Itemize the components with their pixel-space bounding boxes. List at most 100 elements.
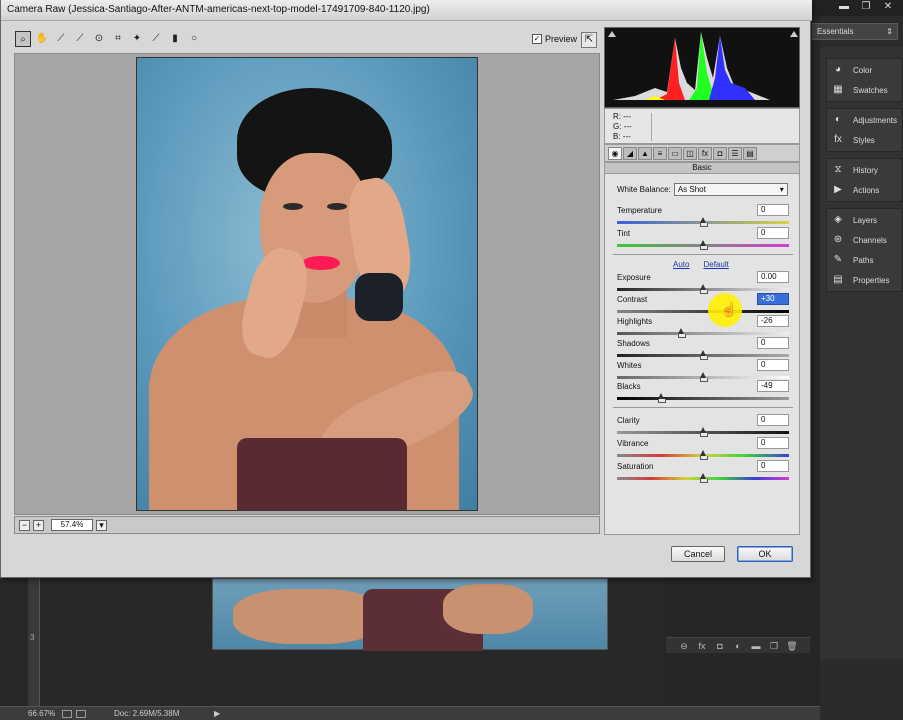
image-preview-area[interactable] bbox=[14, 53, 600, 515]
slider-thumb[interactable] bbox=[700, 450, 708, 460]
white-balance-select[interactable]: As Shot ▾ bbox=[673, 183, 788, 196]
slider-value[interactable]: 0 bbox=[757, 414, 789, 426]
zoom-tool-icon[interactable]: ⌕ bbox=[15, 31, 31, 47]
adjustment-layer-icon[interactable]: ◐ bbox=[732, 638, 744, 653]
auto-link[interactable]: Auto bbox=[673, 260, 689, 269]
workspace-label: Essentials bbox=[817, 27, 854, 36]
tab-camera-calibration-icon[interactable]: ◘ bbox=[713, 147, 727, 160]
link-layers-icon[interactable]: ⊖ bbox=[678, 638, 690, 653]
slider-contrast[interactable]: Contrast +30 bbox=[617, 293, 789, 317]
tab-effects-icon[interactable]: fx bbox=[698, 147, 712, 160]
status-doc-size: Doc: 2.69M/5.38M bbox=[114, 709, 180, 718]
slider-track[interactable] bbox=[617, 397, 789, 400]
tab-lens-icon[interactable]: ◫ bbox=[683, 147, 697, 160]
fullscreen-icon[interactable]: ⇱ bbox=[581, 32, 597, 48]
radial-filter-icon[interactable]: ○ bbox=[186, 31, 202, 47]
targeted-adjustment-tool-icon[interactable]: ⊙ bbox=[91, 31, 107, 47]
slider-thumb[interactable] bbox=[700, 217, 708, 227]
zoom-out-button[interactable]: − bbox=[19, 519, 30, 531]
panel-properties[interactable]: ▤ Properties bbox=[827, 270, 902, 290]
workspace-switcher[interactable]: Essentials ⇕ bbox=[812, 23, 898, 40]
status-menu-arrow-icon[interactable]: ▶ bbox=[214, 709, 220, 718]
fx-icon[interactable]: fx bbox=[696, 638, 708, 653]
slider-value[interactable]: 0 bbox=[757, 460, 789, 472]
tab-hsl-icon[interactable]: ≡ bbox=[653, 147, 667, 160]
panel-adjustments[interactable]: ◐ Adjustments bbox=[827, 110, 902, 130]
slider-value[interactable]: -49 bbox=[757, 380, 789, 392]
tab-presets-icon[interactable]: ☰ bbox=[728, 147, 742, 160]
slider-value[interactable]: -26 bbox=[757, 315, 789, 327]
slider-thumb[interactable] bbox=[700, 427, 708, 437]
slider-thumb[interactable] bbox=[700, 240, 708, 250]
slider-value[interactable]: 0 bbox=[757, 204, 789, 216]
panel-channels[interactable]: ⊛ Channels bbox=[827, 230, 902, 250]
tab-split-toning-icon[interactable]: ▭ bbox=[668, 147, 682, 160]
slider-blacks[interactable]: Blacks -49 bbox=[617, 380, 789, 404]
slider-thumb[interactable] bbox=[700, 473, 708, 483]
tab-snapshots-icon[interactable]: ▤ bbox=[743, 147, 757, 160]
white-balance-tool-icon[interactable]: ⟋ bbox=[53, 31, 69, 47]
slider-thumb[interactable] bbox=[700, 372, 708, 382]
hand-tool-icon[interactable]: ✋ bbox=[34, 31, 50, 47]
shadow-clipping-icon[interactable] bbox=[608, 31, 616, 37]
slider-value[interactable]: +30 bbox=[757, 293, 789, 305]
slider-saturation[interactable]: Saturation 0 bbox=[617, 460, 789, 484]
panel-layers[interactable]: ◈ Layers bbox=[827, 210, 902, 230]
status-zoom[interactable]: 66.67% bbox=[28, 709, 62, 718]
panel-swatches[interactable]: ▦ Swatches bbox=[827, 80, 902, 100]
preview-checkbox[interactable]: ✓ bbox=[532, 34, 542, 44]
panel-paths[interactable]: ✎ Paths bbox=[827, 250, 902, 270]
new-group-icon[interactable]: ▬ bbox=[750, 638, 762, 653]
panel-actions[interactable]: ▶ Actions bbox=[827, 180, 902, 200]
panel-label: Paths bbox=[853, 255, 874, 265]
zoom-dropdown-icon[interactable]: ▾ bbox=[96, 519, 107, 531]
zoom-in-button[interactable]: + bbox=[33, 519, 44, 531]
panel-history[interactable]: ⧖ History bbox=[827, 160, 902, 180]
slider-exposure[interactable]: Exposure 0.00 bbox=[617, 271, 789, 295]
default-link[interactable]: Default bbox=[703, 260, 728, 269]
zoom-level-field[interactable]: 57.4% bbox=[51, 519, 93, 531]
slider-thumb[interactable] bbox=[678, 328, 686, 338]
slider-thumb[interactable] bbox=[658, 393, 666, 403]
slider-temperature[interactable]: Temperature 0 bbox=[617, 204, 789, 228]
tab-tone-curve-icon[interactable]: ◢ bbox=[623, 147, 637, 160]
panel-label: Layers bbox=[853, 215, 878, 225]
slider-value[interactable]: 0 bbox=[757, 437, 789, 449]
slider-thumb[interactable] bbox=[700, 284, 708, 294]
slider-track[interactable] bbox=[617, 310, 789, 313]
slider-vibrance[interactable]: Vibrance 0 bbox=[617, 437, 789, 461]
preview-toggle[interactable]: ✓ Preview bbox=[532, 34, 577, 44]
slider-value[interactable]: 0 bbox=[757, 337, 789, 349]
adjustment-brush-icon[interactable]: ⟋ bbox=[148, 31, 164, 47]
graduated-filter-icon[interactable]: ▮ bbox=[167, 31, 183, 47]
slider-tint[interactable]: Tint 0 bbox=[617, 227, 789, 251]
slider-thumb[interactable] bbox=[700, 350, 708, 360]
spot-removal-tool-icon[interactable]: ✦ bbox=[129, 31, 145, 47]
crop-tool-icon[interactable]: ⌗ bbox=[110, 31, 126, 47]
add-mask-icon[interactable]: ◘ bbox=[714, 638, 726, 653]
tab-detail-icon[interactable]: ▲ bbox=[638, 147, 652, 160]
slider-value[interactable]: 0 bbox=[757, 227, 789, 239]
panel-styles[interactable]: fx Styles bbox=[827, 130, 902, 150]
slider-label: Whites bbox=[617, 361, 642, 370]
slider-track[interactable] bbox=[617, 332, 789, 335]
ruler-mark: 3 bbox=[30, 633, 35, 642]
status-export-icon[interactable] bbox=[76, 709, 86, 718]
slider-highlights[interactable]: Highlights -26 bbox=[617, 315, 789, 339]
slider-clarity[interactable]: Clarity 0 bbox=[617, 414, 789, 438]
close-icon[interactable]: ✕ bbox=[879, 0, 897, 16]
color-sampler-tool-icon[interactable]: ⟋ bbox=[72, 31, 88, 47]
slider-shadows[interactable]: Shadows 0 bbox=[617, 337, 789, 361]
ok-button[interactable]: OK bbox=[737, 546, 793, 562]
highlight-clipping-icon[interactable] bbox=[790, 31, 798, 37]
cancel-button[interactable]: Cancel bbox=[671, 546, 725, 562]
document-image[interactable] bbox=[212, 578, 608, 651]
delete-layer-icon[interactable]: 🗑 bbox=[786, 638, 798, 653]
tab-basic-icon[interactable]: ◉ bbox=[608, 147, 622, 160]
panel-color[interactable]: ◕ Color bbox=[827, 60, 902, 80]
minimize-icon[interactable]: ▬ bbox=[835, 0, 853, 16]
new-layer-icon[interactable]: ❐ bbox=[768, 638, 780, 653]
slider-value[interactable]: 0 bbox=[757, 359, 789, 371]
slider-value[interactable]: 0.00 bbox=[757, 271, 789, 283]
restore-icon[interactable]: ❐ bbox=[857, 0, 875, 16]
